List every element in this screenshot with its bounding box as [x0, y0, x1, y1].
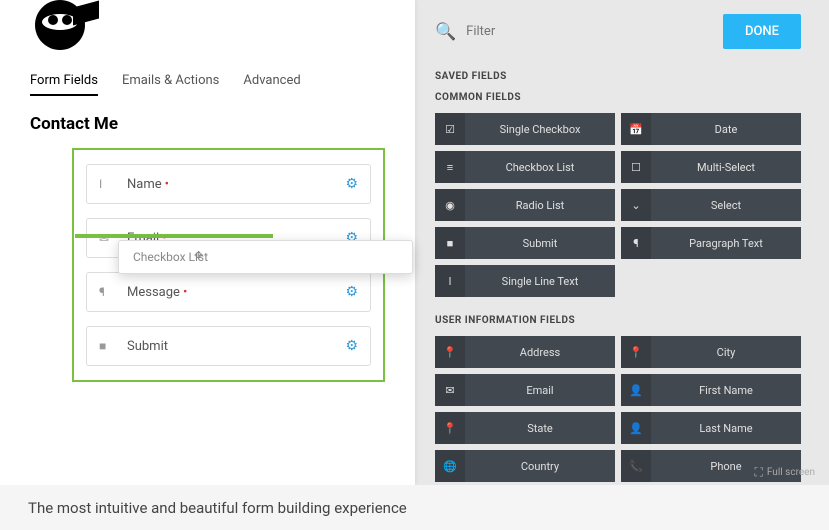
- field-type-button[interactable]: 📍State: [435, 412, 615, 444]
- field-submit[interactable]: ■ Submit ⚙: [86, 326, 371, 366]
- field-name[interactable]: I Name• ⚙: [86, 164, 371, 204]
- field-type-button[interactable]: 👤First Name: [621, 374, 801, 406]
- field-type-icon: I: [435, 265, 465, 297]
- form-title: Contact Me: [0, 96, 415, 148]
- field-type-button[interactable]: ☑Single Checkbox: [435, 113, 615, 145]
- field-type-label: State: [465, 422, 615, 435]
- field-type-button[interactable]: ≡Checkbox List: [435, 151, 615, 183]
- user-fields-grid: 📍Address📍City✉Email👤First Name📍State👤Las…: [435, 336, 801, 482]
- field-type-icon: 🌐: [435, 450, 465, 482]
- field-type-button[interactable]: ✉Email: [435, 374, 615, 406]
- field-type-label: Multi-Select: [651, 161, 801, 174]
- field-type-icon: ⌄: [621, 189, 651, 221]
- submit-icon: ■: [99, 339, 115, 353]
- field-type-label: City: [651, 346, 801, 359]
- gear-icon[interactable]: ⚙: [345, 284, 358, 300]
- field-type-icon: ◉: [435, 189, 465, 221]
- text-icon: I: [99, 177, 115, 191]
- field-type-label: Email: [465, 384, 615, 397]
- field-type-button[interactable]: ⌄Select: [621, 189, 801, 221]
- field-type-button[interactable]: 📍Address: [435, 336, 615, 368]
- field-type-icon: 📍: [621, 336, 651, 368]
- field-type-label: Radio List: [465, 199, 615, 212]
- field-type-icon: ¶: [621, 227, 651, 259]
- field-type-button[interactable]: ☐Multi-Select: [621, 151, 801, 183]
- saved-fields-header: SAVED FIELDS: [435, 71, 801, 82]
- field-type-label: Address: [465, 346, 615, 359]
- field-type-button[interactable]: ¶Paragraph Text: [621, 227, 801, 259]
- field-type-label: Country: [465, 460, 615, 473]
- caption: The most intuitive and beautiful form bu…: [0, 485, 829, 530]
- field-type-button[interactable]: ISingle Line Text: [435, 265, 615, 297]
- field-type-button[interactable]: 👤Last Name: [621, 412, 801, 444]
- field-type-label: Single Checkbox: [465, 123, 615, 136]
- tab-emails-actions[interactable]: Emails & Actions: [122, 73, 219, 96]
- field-type-icon: 📞: [621, 450, 651, 482]
- field-message[interactable]: ¶ Message• ⚙: [86, 272, 371, 312]
- tab-form-fields[interactable]: Form Fields: [30, 73, 98, 96]
- ninja-logo-icon: [35, 0, 85, 50]
- field-type-button[interactable]: ◉Radio List: [435, 189, 615, 221]
- field-type-label: Single Line Text: [465, 275, 615, 288]
- tabs: Form Fields Emails & Actions Advanced: [0, 55, 415, 96]
- gear-icon[interactable]: ⚙: [345, 176, 358, 192]
- required-icon: •: [165, 177, 169, 192]
- field-type-icon: 📍: [435, 336, 465, 368]
- field-type-icon: 📍: [435, 412, 465, 444]
- field-type-icon: ☐: [621, 151, 651, 183]
- right-panel: 🔍 DONE SAVED FIELDS COMMON FIELDS ☑Singl…: [415, 0, 829, 485]
- field-label: Message: [127, 285, 180, 300]
- field-type-label: Date: [651, 123, 801, 136]
- field-type-label: Select: [651, 199, 801, 212]
- filter-search: 🔍: [435, 22, 723, 42]
- fullscreen-toggle[interactable]: Full screen: [754, 465, 815, 480]
- filter-input[interactable]: [466, 24, 586, 39]
- field-type-button[interactable]: 📍City: [621, 336, 801, 368]
- common-fields-grid: ☑Single Checkbox📅Date≡Checkbox List☐Mult…: [435, 113, 801, 297]
- field-type-label: Paragraph Text: [651, 237, 801, 250]
- user-fields-header: USER INFORMATION FIELDS: [435, 315, 801, 326]
- required-icon: •: [183, 285, 187, 300]
- form-builder-app: Form Fields Emails & Actions Advanced Co…: [0, 0, 829, 485]
- field-type-icon: 📅: [621, 113, 651, 145]
- field-type-icon: ✉: [435, 374, 465, 406]
- field-label: Submit: [127, 339, 168, 354]
- field-type-icon: ■: [435, 227, 465, 259]
- field-type-button[interactable]: 🌐Country: [435, 450, 615, 482]
- field-type-button[interactable]: 📅Date: [621, 113, 801, 145]
- field-type-label: First Name: [651, 384, 801, 397]
- field-type-icon: ☑: [435, 113, 465, 145]
- drop-indicator: [75, 234, 273, 238]
- paragraph-icon: ¶: [99, 285, 115, 299]
- field-type-label: Submit: [465, 237, 615, 250]
- field-type-icon: 👤: [621, 374, 651, 406]
- done-button[interactable]: DONE: [723, 14, 801, 49]
- gear-icon[interactable]: ⚙: [345, 338, 358, 354]
- field-type-label: Last Name: [651, 422, 801, 435]
- search-icon: 🔍: [435, 22, 456, 42]
- cursor-icon: ✥: [194, 249, 203, 262]
- common-fields-header: COMMON FIELDS: [435, 92, 801, 103]
- toolbar: 🔍 DONE: [435, 14, 801, 49]
- tab-advanced[interactable]: Advanced: [243, 73, 300, 96]
- field-type-label: Checkbox List: [465, 161, 615, 174]
- field-type-button[interactable]: ■Submit: [435, 227, 615, 259]
- dragging-field[interactable]: Checkbox List ✥: [118, 240, 413, 274]
- field-label: Name: [127, 177, 162, 192]
- field-type-icon: ≡: [435, 151, 465, 183]
- field-type-icon: 👤: [621, 412, 651, 444]
